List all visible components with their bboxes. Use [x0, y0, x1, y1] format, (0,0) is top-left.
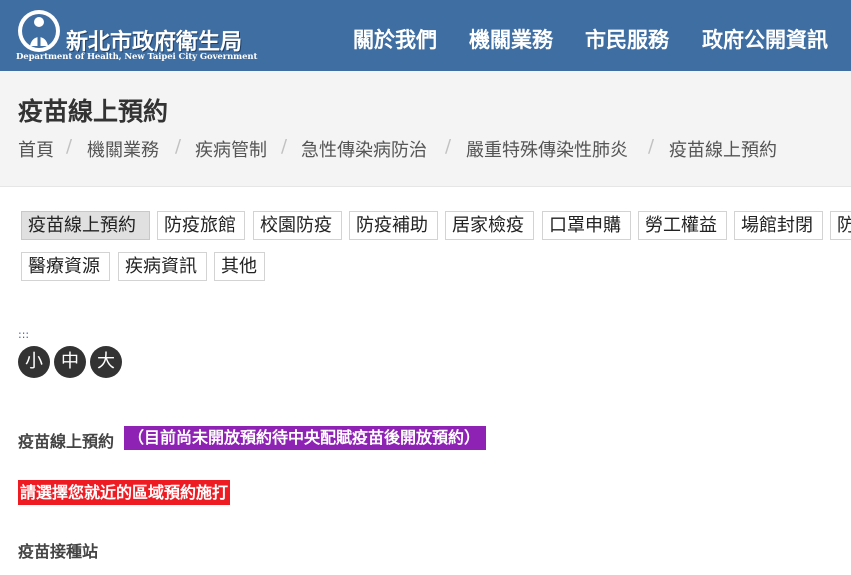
tag-disease-info[interactable]: 疾病資訊	[118, 252, 207, 281]
font-size-large-button[interactable]: 大	[90, 346, 122, 378]
breadcrumb-separator: /	[445, 136, 452, 157]
tag-home-quarantine[interactable]: 居家檢疫	[445, 211, 534, 240]
tag-prevention-subsidy[interactable]: 防疫補助	[349, 211, 438, 240]
main-nav: 關於我們 機關業務 市民服務 政府公開資訊	[0, 24, 851, 54]
nav-about-us[interactable]: 關於我們	[353, 24, 437, 54]
tag-vaccine-booking[interactable]: 疫苗線上預約	[21, 211, 150, 240]
tag-venue-closure[interactable]: 場館封閉	[734, 211, 823, 240]
page-title: 疫苗線上預約	[18, 97, 169, 126]
tag-mask-purchase[interactable]: 口罩申購	[542, 211, 631, 240]
font-size-medium-button[interactable]: 中	[54, 346, 86, 378]
nav-citizen-services[interactable]: 市民服務	[585, 24, 669, 54]
accesskey-anchor[interactable]: :::	[18, 328, 29, 341]
breadcrumb-separator: /	[66, 136, 73, 157]
breadcrumb-agency-business[interactable]: 機關業務	[87, 136, 159, 162]
breadcrumb-acute-infectious[interactable]: 急性傳染病防治	[301, 136, 427, 162]
breadcrumb-current: 疫苗線上預約	[669, 140, 777, 161]
breadcrumb-disease-control[interactable]: 疾病管制	[195, 136, 267, 162]
tag-prevention-partial[interactable]: 防	[830, 211, 851, 240]
font-size-small-button[interactable]: 小	[18, 346, 50, 378]
vaccination-stations-heading: 疫苗接種站	[18, 542, 99, 561]
tag-quarantine-hotel[interactable]: 防疫旅館	[157, 211, 245, 240]
tag-medical-resources[interactable]: 醫療資源	[21, 252, 110, 281]
nav-agency-business[interactable]: 機關業務	[469, 24, 553, 54]
select-region-link[interactable]: 請選擇您就近的區域預約施打	[18, 480, 231, 505]
breadcrumb-separator: /	[648, 136, 655, 157]
nav-open-government-info[interactable]: 政府公開資訊	[702, 24, 828, 54]
breadcrumb-separator: /	[175, 136, 182, 157]
breadcrumb-covid19[interactable]: 嚴重特殊傳染性肺炎	[466, 136, 628, 162]
breadcrumb-home[interactable]: 首頁	[18, 136, 54, 162]
notice-highlight: （目前尚未開放預約待中央配賦疫苗後開放預約）	[124, 426, 487, 450]
top-header: 新北市政府衛生局 Department of Health, New Taipe…	[0, 0, 851, 71]
notice-label: 疫苗線上預約	[18, 432, 115, 451]
page-heading-band	[0, 71, 851, 187]
tag-campus-prevention[interactable]: 校園防疫	[253, 211, 342, 240]
tag-other[interactable]: 其他	[214, 252, 265, 281]
tag-labor-rights[interactable]: 勞工權益	[638, 211, 727, 240]
breadcrumb-separator: /	[281, 136, 288, 157]
